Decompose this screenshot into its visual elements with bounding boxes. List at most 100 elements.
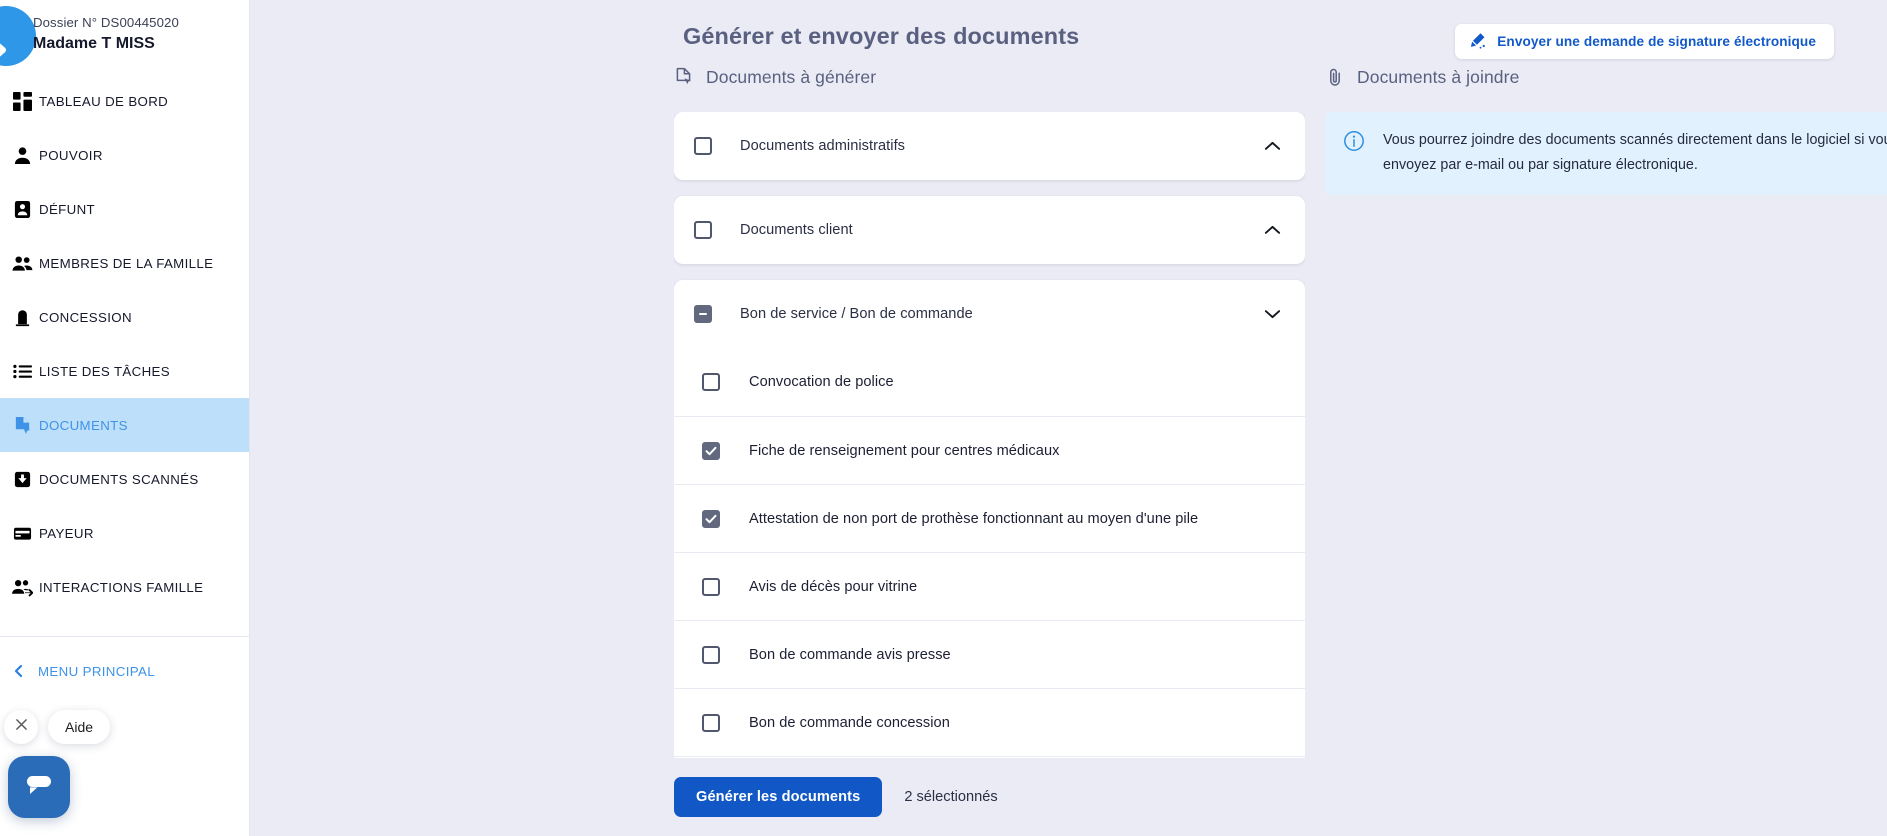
sidebar-item-documents-scannes[interactable]: DOCUMENTS SCANNÉS bbox=[0, 452, 249, 506]
document-group-card: Documents client bbox=[674, 196, 1305, 264]
chevron-down-icon[interactable] bbox=[1264, 309, 1281, 320]
sidebar-item-label: TABLEAU DE BORD bbox=[39, 93, 169, 109]
sidebar-item-interactions-famille[interactable]: INTERACTIONS FAMILLE bbox=[0, 560, 249, 614]
document-checkbox[interactable] bbox=[702, 645, 720, 664]
people-icon bbox=[5, 254, 39, 273]
sidebar-item-payeur[interactable]: PAYEUR bbox=[0, 506, 249, 560]
chat-help-label: Aide bbox=[65, 719, 94, 735]
documents-to-attach-panel: Documents à joindre Vous pourrez joindre… bbox=[1325, 62, 1887, 195]
document-cursor-icon bbox=[5, 416, 39, 435]
sidebar-item-label: DOCUMENTS bbox=[39, 417, 128, 433]
close-icon bbox=[15, 718, 28, 736]
info-icon bbox=[1343, 130, 1365, 152]
people-arrow-icon bbox=[5, 578, 39, 597]
document-group-card: Documents administratifs bbox=[674, 112, 1305, 180]
dashboard-icon bbox=[5, 91, 39, 111]
document-item-label: Attestation de non port de prothèse fonc… bbox=[749, 510, 1199, 527]
document-checkbox[interactable] bbox=[702, 373, 720, 391]
sidebar-item-liste-des-taches[interactable]: LISTE DES TÂCHES bbox=[0, 344, 249, 398]
document-item-row[interactable]: Bon de commande concession bbox=[674, 688, 1305, 756]
document-item-row[interactable]: Convocation de police bbox=[674, 348, 1305, 416]
sidebar-header: Dossier N° DS00445020 Madame T MISS bbox=[0, 0, 249, 66]
sidebar-item-label: PAYEUR bbox=[39, 525, 94, 541]
paperclip-icon bbox=[1325, 67, 1345, 87]
sidebar-item-tableau-de-bord[interactable]: TABLEAU DE BORD bbox=[0, 74, 249, 128]
generate-documents-button[interactable]: Générer les documents bbox=[674, 777, 883, 817]
client-name: Madame T MISS bbox=[33, 35, 155, 52]
sidebar-nav: TABLEAU DE BORD POUVOIR DÉFUNT MEMBRES D… bbox=[0, 74, 249, 697]
menu-principal-label: MENU PRINCIPAL bbox=[38, 663, 155, 679]
page-title: Générer et envoyer des documents bbox=[683, 23, 1080, 49]
group-label: Bon de service / Bon de commande bbox=[740, 306, 973, 322]
sidebar-item-label: DOCUMENTS SCANNÉS bbox=[39, 471, 199, 487]
document-group-header[interactable]: Documents administratifs bbox=[674, 112, 1305, 180]
chat-bubble-icon bbox=[24, 771, 54, 804]
sidebar-item-label: POUVOIR bbox=[39, 147, 103, 163]
list-icon bbox=[5, 362, 39, 381]
send-esignature-label: Envoyer une demande de signature électro… bbox=[1497, 34, 1816, 49]
document-checkbox[interactable] bbox=[702, 713, 720, 732]
credit-card-icon bbox=[5, 524, 39, 543]
document-checkbox[interactable] bbox=[702, 577, 720, 596]
documents-list-scroll[interactable]: Documents administratifs Documents clien… bbox=[674, 112, 1305, 812]
id-card-icon bbox=[5, 200, 39, 219]
sidebar-item-concession[interactable]: CONCESSION bbox=[0, 290, 249, 344]
sidebar-item-label: MEMBRES DE LA FAMILLE bbox=[39, 255, 214, 271]
left-section-header: Documents à générer bbox=[674, 62, 1314, 92]
document-checkbox[interactable] bbox=[702, 441, 720, 460]
document-checkbox[interactable] bbox=[702, 509, 720, 528]
group-checkbox[interactable] bbox=[694, 305, 712, 323]
main-content: Générer et envoyer des documents Envoyer… bbox=[250, 0, 1887, 836]
document-group-header[interactable]: Bon de service / Bon de commande bbox=[674, 280, 1305, 348]
document-item-label: Bon de commande avis presse bbox=[749, 646, 951, 663]
sidebar-item-label: DÉFUNT bbox=[39, 201, 96, 217]
sidebar-item-label: CONCESSION bbox=[39, 309, 132, 325]
attach-info-text: Vous pourrez joindre des documents scann… bbox=[1383, 132, 1887, 173]
document-item-label: Avis de décès pour vitrine bbox=[749, 578, 918, 595]
document-item-label: Convocation de police bbox=[749, 374, 894, 390]
documents-to-generate-panel: Documents à générer Documents administra… bbox=[674, 62, 1314, 812]
group-checkbox[interactable] bbox=[694, 137, 712, 155]
send-esignature-request-button[interactable]: Envoyer une demande de signature électro… bbox=[1455, 24, 1834, 59]
menu-principal-button[interactable]: MENU PRINCIPAL bbox=[0, 645, 249, 697]
signature-pen-icon bbox=[1469, 32, 1486, 52]
document-item-row[interactable]: Bon de commande avis presse bbox=[674, 620, 1305, 688]
document-item-row[interactable]: Avis de décès pour vitrine bbox=[674, 552, 1305, 620]
chat-help-button[interactable]: Aide bbox=[48, 710, 111, 744]
document-item-label: Bon de commande concession bbox=[749, 714, 950, 731]
document-item-row[interactable]: Attestation de non port de prothèse fonc… bbox=[674, 484, 1305, 552]
right-section-title: Documents à joindre bbox=[1357, 66, 1520, 87]
app-root: Dossier N° DS00445020 Madame T MISS TABL… bbox=[0, 0, 1887, 836]
group-checkbox[interactable] bbox=[694, 221, 712, 239]
download-box-icon bbox=[5, 470, 39, 489]
document-group-header[interactable]: Documents client bbox=[674, 196, 1305, 264]
attach-info-callout: Vous pourrez joindre des documents scann… bbox=[1325, 112, 1887, 195]
document-item-label: Fiche de renseignement pour centres médi… bbox=[749, 442, 1060, 459]
document-group-card: Bon de service / Bon de commande Convoca… bbox=[674, 280, 1305, 812]
document-cursor-icon bbox=[674, 67, 694, 87]
left-section-title: Documents à générer bbox=[706, 66, 877, 87]
sidebar-item-documents[interactable]: DOCUMENTS bbox=[0, 398, 249, 452]
sidebar-item-label: LISTE DES TÂCHES bbox=[39, 363, 170, 379]
document-item-row[interactable]: Fiche de renseignement pour centres médi… bbox=[674, 416, 1305, 484]
sidebar-item-defunt[interactable]: DÉFUNT bbox=[0, 182, 249, 236]
action-bar: Générer les documents 2 sélectionnés bbox=[674, 758, 1374, 836]
chevron-up-icon[interactable] bbox=[1264, 141, 1281, 152]
dossier-info: Dossier N° DS00445020 Madame T MISS bbox=[33, 14, 179, 54]
dossier-number: Dossier N° DS00445020 bbox=[33, 15, 179, 30]
columns: Documents à générer Documents administra… bbox=[250, 62, 1887, 836]
sidebar-item-pouvoir[interactable]: POUVOIR bbox=[0, 128, 249, 182]
sidebar: Dossier N° DS00445020 Madame T MISS TABL… bbox=[0, 0, 250, 836]
chat-widget: Aide bbox=[0, 698, 250, 828]
chat-close-button[interactable] bbox=[4, 710, 38, 744]
headstone-icon bbox=[5, 308, 39, 327]
group-label: Documents client bbox=[740, 222, 853, 238]
group-label: Documents administratifs bbox=[740, 138, 906, 154]
sidebar-item-membres-de-la-famille[interactable]: MEMBRES DE LA FAMILLE bbox=[0, 236, 249, 290]
sidebar-divider bbox=[0, 636, 249, 637]
chevron-left-icon bbox=[12, 664, 26, 678]
sidebar-item-label: INTERACTIONS FAMILLE bbox=[39, 579, 204, 595]
chevron-up-icon[interactable] bbox=[1264, 225, 1281, 236]
chat-launcher-button[interactable] bbox=[8, 756, 70, 818]
selected-count-label: 2 sélectionnés bbox=[904, 789, 998, 805]
